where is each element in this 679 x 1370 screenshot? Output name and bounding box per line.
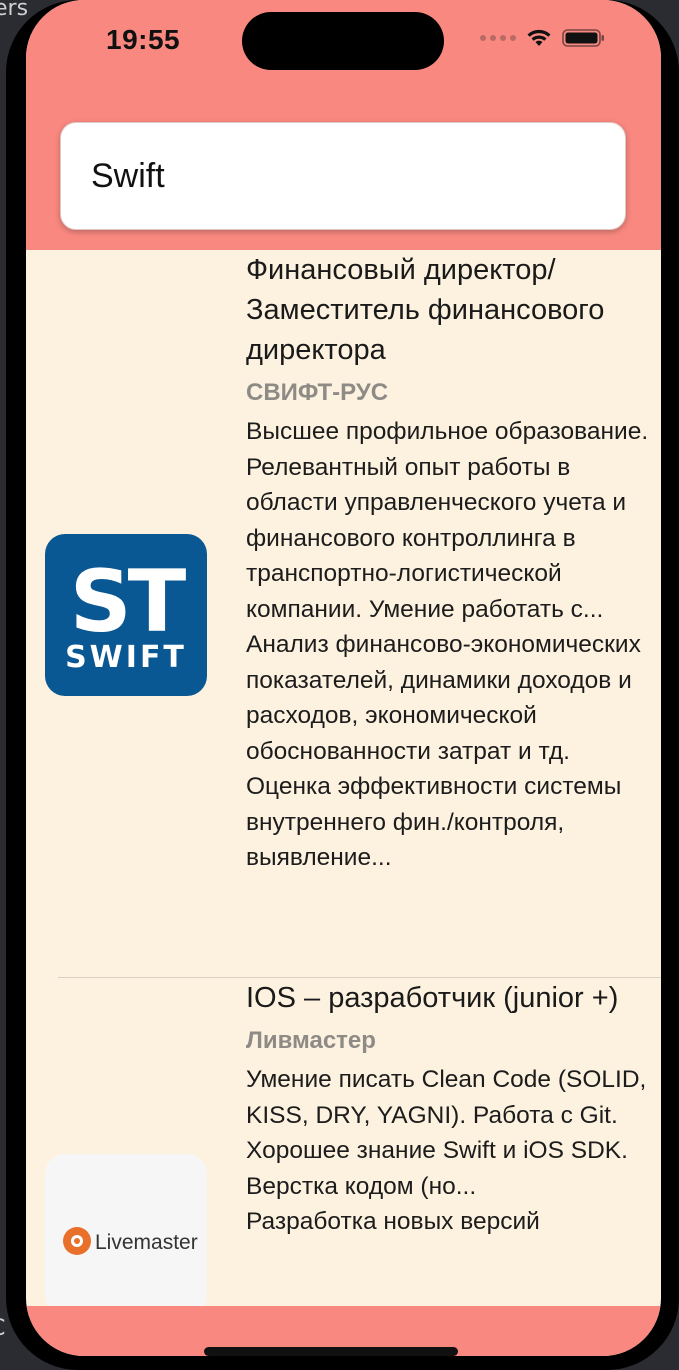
phone-screen: 19:55 ST SWIFT: [26, 0, 661, 1356]
logo-top-text: ST: [70, 552, 187, 652]
background-window-text-bottom: C: [0, 1316, 5, 1341]
vacancy-text: Финансовый директор/ Заместитель финансо…: [246, 250, 651, 876]
flower-icon: [63, 1227, 91, 1255]
vacancy-list[interactable]: ST SWIFT Финансовый директор/ Заместител…: [26, 250, 661, 1306]
wifi-icon: [527, 29, 551, 46]
vacancy-row[interactable]: Livemaster IOS – разработчик (junior +) …: [26, 978, 661, 1306]
company-logo-livemaster: Livemaster: [45, 1154, 207, 1306]
vacancy-title: IOS – разработчик (junior +): [246, 982, 619, 1014]
status-icons: [480, 28, 606, 48]
logo-text: Livemaster: [95, 1231, 198, 1254]
status-time: 19:55: [106, 24, 181, 55]
vacancy-responsibilities: Разработка новых версий: [246, 1208, 540, 1235]
search-field[interactable]: [60, 122, 626, 230]
company-logo-swift: ST SWIFT: [45, 534, 207, 696]
search-input[interactable]: [91, 123, 591, 229]
vacancy-requirements: Умение писать Clean Code (SOLID, KISS, D…: [246, 1066, 647, 1200]
vacancy-text: IOS – разработчик (junior +) Ливмастер У…: [246, 978, 651, 1240]
vacancy-requirements: Высшее профильное образование. Релевантн…: [246, 418, 649, 623]
vacancy-company: СВИФТ-РУС: [246, 379, 389, 406]
dynamic-island: [242, 12, 444, 70]
cellular-signal-icon: [480, 35, 516, 41]
vacancy-title: Финансовый директор/ Заместитель финансо…: [246, 254, 605, 366]
logo-bottom-text: SWIFT: [65, 640, 187, 675]
battery-icon: [562, 29, 604, 47]
home-indicator[interactable]: [204, 1347, 458, 1356]
vacancy-responsibilities: Анализ финансово-экономических показател…: [246, 631, 641, 871]
vacancy-row[interactable]: ST SWIFT Финансовый директор/ Заместител…: [26, 250, 661, 978]
vacancy-company: Ливмастер: [246, 1027, 376, 1054]
header-bar: 19:55: [26, 0, 661, 250]
background-window-text: ers: [0, 0, 29, 21]
